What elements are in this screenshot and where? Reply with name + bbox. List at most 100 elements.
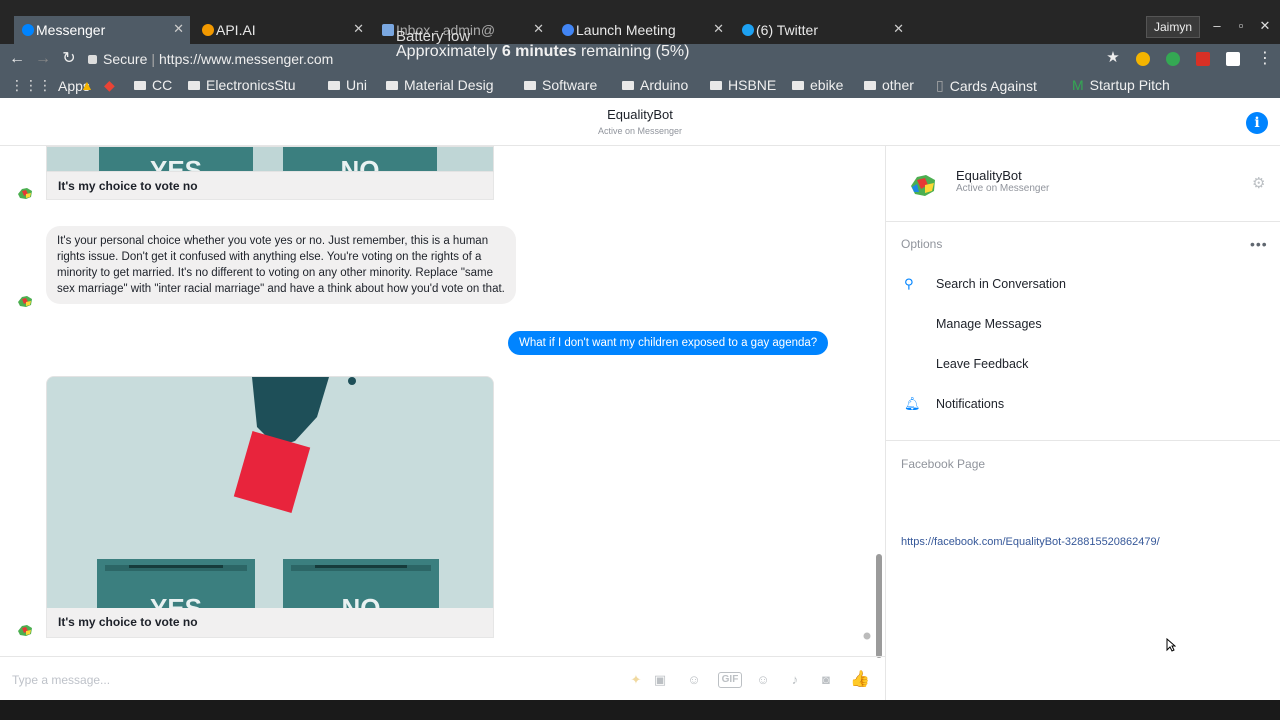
bookmark-label: Cards Against — [949, 77, 1037, 94]
battery-suffix: remaining (5%) — [576, 43, 690, 60]
close-tab-icon[interactable]: ✕ — [353, 21, 364, 37]
secure-label: Secure — [103, 51, 148, 67]
url-separator: | — [151, 51, 155, 67]
minimize-icon[interactable]: – — [1206, 16, 1228, 36]
bookmark-label: CC — [152, 77, 173, 93]
options-heading: Options — [901, 237, 943, 251]
bot-avatar-icon[interactable] — [16, 623, 34, 637]
extension-white-icon[interactable] — [1226, 52, 1240, 66]
tab-apiai[interactable]: API.AI ✕ — [194, 16, 370, 44]
bookmark-label: ElectronicsStu — [206, 77, 296, 93]
tab-messenger[interactable]: Messenger ✕ — [14, 16, 190, 44]
image-caption: It's my choice to vote no — [46, 608, 494, 638]
bookmark-label: Startup Pitch — [1089, 77, 1170, 93]
bookmark-label: Software — [542, 77, 598, 93]
conversation-title[interactable]: EqualityBot — [0, 107, 1280, 122]
lock-icon — [88, 55, 97, 64]
sticker-icon[interactable]: ☺ — [684, 671, 704, 689]
image-caption: It's my choice to vote no — [46, 172, 494, 200]
ballot-box-image: YES NO — [47, 147, 493, 172]
close-tab-icon[interactable]: ✕ — [173, 21, 184, 37]
facebook-page-link[interactable]: https://facebook.com/EqualityBot-3288155… — [901, 536, 1160, 548]
bookmark-label: Material Desig — [404, 77, 494, 93]
reload-icon[interactable]: ↻ — [58, 49, 80, 69]
option-label: Search in Conversation — [936, 277, 1066, 291]
profile-button[interactable]: Jaimyn — [1146, 16, 1200, 38]
vote-image-top[interactable]: YES NO — [46, 146, 494, 172]
message-input[interactable] — [12, 671, 312, 689]
back-icon[interactable]: ← — [6, 49, 28, 69]
extension-red-icon[interactable] — [1196, 52, 1210, 66]
extension-emoji-icon[interactable] — [1136, 52, 1150, 66]
bookmark-cc[interactable]: CC — [134, 77, 172, 93]
bot-avatar-icon[interactable] — [16, 186, 34, 200]
battery-time: 6 minutes — [501, 43, 577, 60]
bookmark-startup[interactable]: M Startup Pitch — [1072, 77, 1170, 93]
mouse-cursor-icon — [1166, 638, 1176, 652]
apiai-favicon-icon — [202, 24, 214, 36]
emoji-icon[interactable]: ☺ — [753, 671, 773, 689]
maximize-icon[interactable]: ▫ — [1230, 16, 1252, 36]
extension-green-icon[interactable] — [1166, 52, 1180, 66]
bell-icon: 🔔︎ — [904, 396, 921, 411]
screen-bottom-border — [0, 700, 1280, 720]
gmail-icon: M — [1072, 77, 1084, 93]
bookmark-other[interactable]: other — [864, 77, 914, 93]
search-icon: ⚲ — [904, 276, 914, 291]
gear-icon[interactable]: ⚙ — [1252, 174, 1265, 192]
gif-icon[interactable]: GIF — [718, 672, 742, 688]
message-composer: ✦ ▣ ☺ GIF ☺ ♪ ◙ 👍 — [0, 656, 885, 700]
profile-status: Active on Messenger — [956, 183, 1050, 194]
bookmark-cards[interactable]: ▯ Cards Against — [936, 77, 1037, 94]
thumbs-up-icon[interactable]: 👍 — [850, 671, 870, 689]
user-message-bubble: What if I don't want my children exposed… — [508, 331, 829, 355]
bookmark-ebike[interactable]: ebike — [792, 77, 843, 93]
forward-icon[interactable]: → — [32, 49, 54, 69]
bookmark-electronics[interactable]: ElectronicsStu — [188, 77, 295, 93]
facebook-page-heading: Facebook Page — [901, 457, 986, 471]
box-no-label: NO — [341, 155, 380, 172]
bookmark-uni[interactable]: Uni — [328, 77, 367, 93]
conversation-header: EqualityBot Active on Messenger i — [0, 98, 1280, 146]
profile-name[interactable]: EqualityBot — [956, 168, 1022, 183]
box-yes-label: YES — [150, 593, 202, 609]
bookmark-label: other — [882, 77, 914, 93]
option-leave-feedback[interactable]: Leave Feedback — [900, 354, 1260, 376]
option-manage-messages[interactable]: Manage Messages — [900, 314, 1260, 336]
info-icon[interactable]: i — [1246, 112, 1268, 134]
bookmark-label: HSBNE — [728, 77, 777, 93]
microphone-icon[interactable]: ♪ — [785, 671, 805, 689]
menu-icon[interactable]: ⋮ — [1254, 49, 1276, 69]
bot-profile-avatar[interactable] — [908, 172, 938, 198]
bot-avatar-icon[interactable] — [16, 294, 34, 308]
bookmark-label: Uni — [346, 77, 368, 93]
conversation-scrollbar[interactable] — [876, 554, 882, 658]
bookmark-drive[interactable]: ▲ — [80, 77, 94, 93]
bookmark-material[interactable]: Material Desig — [386, 77, 493, 93]
drive-icon: ▲ — [80, 77, 94, 93]
apps-grid-icon: ⋮⋮⋮ — [10, 77, 52, 93]
tab-label: API.AI — [216, 22, 256, 38]
image-gallery-icon[interactable]: ▣ — [650, 671, 670, 689]
box-no-label: NO — [342, 593, 381, 609]
star-icon[interactable]: ★ — [1102, 48, 1124, 68]
folder-icon — [134, 80, 146, 90]
close-tab-icon[interactable]: ✕ — [893, 21, 904, 37]
bot-message-bubble: It's your personal choice whether you vo… — [46, 226, 516, 304]
camera-icon[interactable]: ◙ — [816, 671, 836, 689]
sticker-hint-icon[interactable]: ✦ — [626, 671, 646, 689]
close-window-icon[interactable]: ✕ — [1254, 16, 1276, 36]
bookmark-hsbne[interactable]: HSBNE — [710, 77, 776, 93]
folder-icon — [622, 80, 634, 90]
vote-image[interactable]: YES NO — [46, 376, 494, 609]
message-list[interactable]: YES NO It's my choice to vote no It's yo… — [0, 146, 885, 656]
more-options-icon[interactable]: ••• — [1250, 236, 1268, 252]
option-search-conversation[interactable]: ⚲ Search in Conversation — [900, 274, 1260, 296]
bookmark-apps[interactable]: ⋮⋮⋮ Apps — [10, 77, 90, 94]
address-bar[interactable]: Secure | https://www.messenger.com — [88, 47, 358, 71]
option-notifications[interactable]: 🔔︎ Notifications — [900, 394, 1260, 416]
bookmark-arduino[interactable]: Arduino — [622, 77, 688, 93]
bookmark-maps[interactable]: ◆ — [104, 77, 115, 94]
folder-icon — [864, 80, 876, 90]
bookmark-software[interactable]: Software — [524, 77, 597, 93]
